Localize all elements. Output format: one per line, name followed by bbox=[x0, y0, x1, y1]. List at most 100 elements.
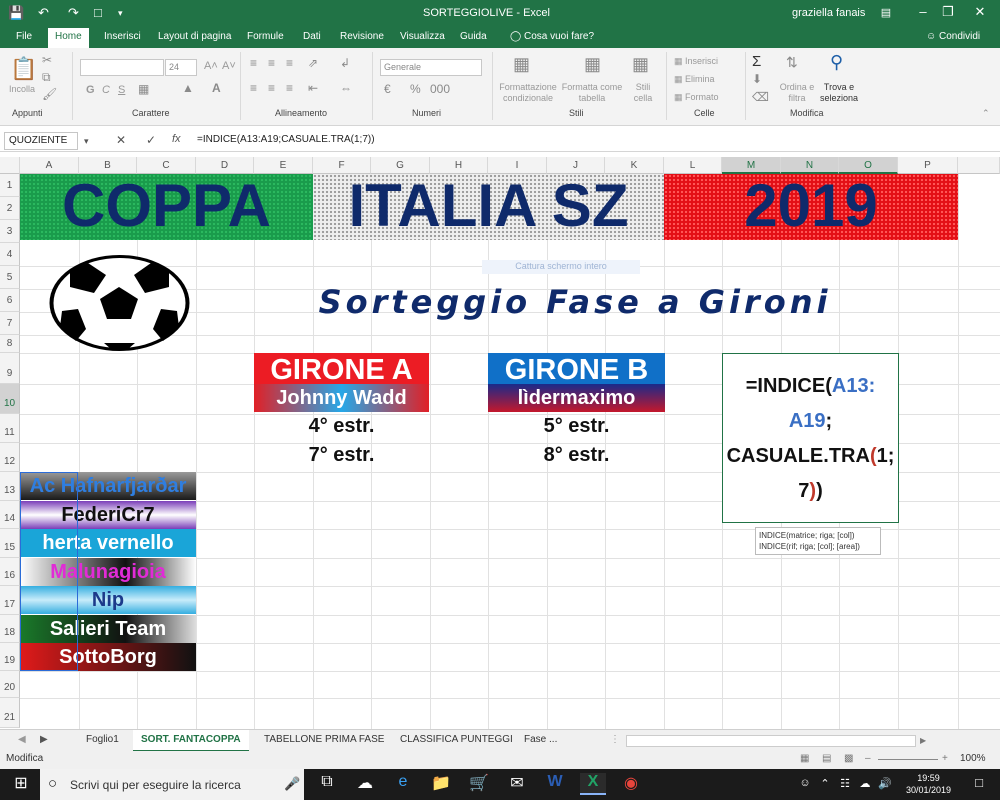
font-size-select[interactable]: 24 bbox=[165, 59, 197, 76]
ribbon-display-icon[interactable]: ▤ bbox=[866, 6, 906, 19]
tab-file[interactable]: File bbox=[16, 31, 32, 42]
page-break-view-icon[interactable]: ▩ bbox=[844, 753, 853, 764]
app-icon[interactable]: ☁ bbox=[352, 773, 378, 795]
number-format-select[interactable]: Generale bbox=[380, 59, 482, 76]
tab-help[interactable]: Guida bbox=[460, 31, 487, 42]
volume-icon[interactable]: 🔊 bbox=[872, 777, 898, 799]
tab-page-layout[interactable]: Layout di pagina bbox=[158, 31, 231, 42]
edge-icon[interactable]: e bbox=[390, 773, 416, 795]
row-header[interactable]: 18 bbox=[0, 615, 20, 643]
tab-home[interactable]: Home bbox=[48, 28, 89, 48]
decrease-font-icon[interactable]: A˅ bbox=[222, 60, 236, 72]
more-tabs-icon[interactable]: ⋮ bbox=[610, 734, 620, 745]
row-header[interactable]: 3 bbox=[0, 220, 20, 243]
row-header[interactable]: 15 bbox=[0, 529, 20, 558]
row-header[interactable]: 7 bbox=[0, 312, 20, 335]
row-header[interactable]: 21 bbox=[0, 698, 20, 728]
sort-filter-icon[interactable]: ⇅ bbox=[786, 54, 798, 71]
zoom-out-icon[interactable]: – bbox=[865, 753, 871, 764]
undo-icon[interactable]: ↶ bbox=[38, 5, 49, 21]
tell-me-box[interactable]: ◯ Cosa vuoi fare? bbox=[510, 31, 594, 42]
row-header[interactable]: 20 bbox=[0, 671, 20, 698]
scroll-tabs-right-icon[interactable]: ▶ bbox=[40, 734, 48, 745]
chrome-icon[interactable]: ◉ bbox=[618, 773, 644, 795]
zoom-in-icon[interactable]: + bbox=[942, 753, 948, 764]
row-header-selected[interactable]: 10 bbox=[0, 384, 20, 414]
conditional-formatting-button[interactable]: Formattazione condizionale bbox=[498, 82, 558, 104]
row-header[interactable]: 8 bbox=[0, 335, 20, 353]
team-cell[interactable]: herta vernello bbox=[20, 529, 196, 557]
cut-icon[interactable]: ✂ bbox=[42, 53, 52, 67]
clear-icon[interactable]: ⌫ bbox=[752, 90, 769, 104]
close-icon[interactable]: ✕ bbox=[960, 4, 1000, 20]
sort-filter-button[interactable]: Ordina e filtra bbox=[777, 82, 817, 104]
name-box[interactable]: QUOZIENTE bbox=[4, 132, 78, 150]
insert-function-button[interactable]: fx bbox=[172, 133, 181, 145]
taskbar-search[interactable]: ○ Scrivi qui per eseguire la ricerca 🎤 bbox=[40, 769, 304, 800]
italic-button[interactable]: C bbox=[102, 84, 110, 96]
row-header[interactable]: 12 bbox=[0, 443, 20, 472]
column-header[interactable]: L bbox=[664, 157, 722, 174]
autosum-icon[interactable]: Σ bbox=[752, 53, 761, 70]
row-header[interactable]: 1 bbox=[0, 174, 20, 197]
find-select-button[interactable]: Trova e seleziona bbox=[817, 82, 861, 104]
format-as-table-button[interactable]: Formatta come tabella bbox=[561, 82, 623, 104]
select-all-corner[interactable] bbox=[0, 157, 20, 174]
active-cell-editor[interactable]: =INDICE(A13: A19; CASUALE.TRA(1; 7)) bbox=[722, 353, 899, 523]
copy-icon[interactable]: ⧉ bbox=[42, 70, 51, 85]
wrap-text-icon[interactable]: ↲ bbox=[340, 56, 350, 70]
align-center-icon[interactable]: ≡ bbox=[268, 81, 275, 95]
zoom-level[interactable]: 100% bbox=[960, 753, 986, 764]
page-layout-view-icon[interactable]: ▤ bbox=[822, 753, 831, 764]
customize-quick-access-icon[interactable]: ▾ bbox=[118, 8, 123, 19]
paste-icon[interactable]: 📋 bbox=[10, 56, 37, 82]
team-cell[interactable]: FederiCr7 bbox=[20, 501, 196, 529]
column-header[interactable]: P bbox=[898, 157, 958, 174]
align-left-icon[interactable]: ≡ bbox=[250, 81, 257, 95]
team-cell[interactable]: Ac Hafnarfjarðar bbox=[20, 472, 196, 500]
conditional-formatting-icon[interactable]: ▦ bbox=[513, 54, 530, 75]
scroll-right-icon[interactable]: ▶ bbox=[920, 736, 926, 745]
word-icon[interactable]: W bbox=[542, 773, 568, 795]
row-header[interactable]: 2 bbox=[0, 197, 20, 220]
align-middle-icon[interactable]: ≡ bbox=[268, 56, 275, 70]
row-header[interactable]: 17 bbox=[0, 586, 20, 615]
format-as-table-icon[interactable]: ▦ bbox=[584, 54, 601, 75]
cancel-formula-button[interactable]: ✕ bbox=[116, 133, 126, 147]
sheet-tab[interactable]: CLASSIFICA PUNTEGGI bbox=[400, 734, 513, 745]
underline-button[interactable]: S bbox=[118, 84, 125, 96]
orientation-icon[interactable]: ⇗ bbox=[308, 56, 318, 70]
find-select-icon[interactable]: ⚲ bbox=[830, 52, 843, 73]
bold-button[interactable]: G bbox=[86, 84, 95, 96]
increase-font-icon[interactable]: A˄ bbox=[204, 60, 218, 72]
mail-icon[interactable]: ✉ bbox=[504, 773, 530, 795]
formula-input[interactable]: =INDICE(A13:A19;CASUALE.TRA(1;7)) bbox=[197, 134, 375, 145]
row-header[interactable]: 16 bbox=[0, 558, 20, 586]
sheet-tab[interactable]: TABELLONE PRIMA FASE bbox=[264, 734, 384, 745]
tab-review[interactable]: Revisione bbox=[340, 31, 384, 42]
row-header[interactable]: 11 bbox=[0, 414, 20, 443]
team-cell[interactable]: Malunagioia bbox=[20, 558, 196, 586]
column-header[interactable] bbox=[958, 157, 1000, 174]
font-color-icon[interactable]: A bbox=[212, 81, 221, 95]
team-cell[interactable]: Nip bbox=[20, 586, 196, 614]
windows-start-icon[interactable]: ⊞ bbox=[8, 773, 34, 795]
font-name-select[interactable] bbox=[80, 59, 164, 76]
file-explorer-icon[interactable]: 📁 bbox=[428, 773, 454, 795]
scroll-tabs-left-icon[interactable]: ◀ bbox=[18, 734, 26, 745]
team-cell[interactable]: SottoBorg bbox=[20, 643, 196, 671]
row-header[interactable]: 4 bbox=[0, 243, 20, 266]
borders-icon[interactable]: ▦ bbox=[138, 82, 149, 96]
row-header[interactable]: 19 bbox=[0, 643, 20, 671]
cell-styles-button[interactable]: Stili cella bbox=[628, 82, 658, 104]
format-painter-icon[interactable]: 🖌 bbox=[42, 87, 57, 101]
fill-icon[interactable]: ⬇ bbox=[752, 72, 762, 86]
normal-view-icon[interactable]: ▦ bbox=[800, 753, 809, 764]
new-file-icon[interactable]: □ bbox=[94, 5, 102, 20]
format-cells-button[interactable]: ▦ Formato bbox=[674, 92, 719, 103]
merge-center-icon[interactable]: ⇔ bbox=[340, 81, 352, 95]
currency-icon[interactable]: € bbox=[384, 82, 391, 96]
store-icon[interactable]: 🛒 bbox=[466, 773, 492, 795]
microphone-icon[interactable]: 🎤 bbox=[284, 776, 300, 792]
zoom-slider[interactable] bbox=[878, 759, 938, 760]
